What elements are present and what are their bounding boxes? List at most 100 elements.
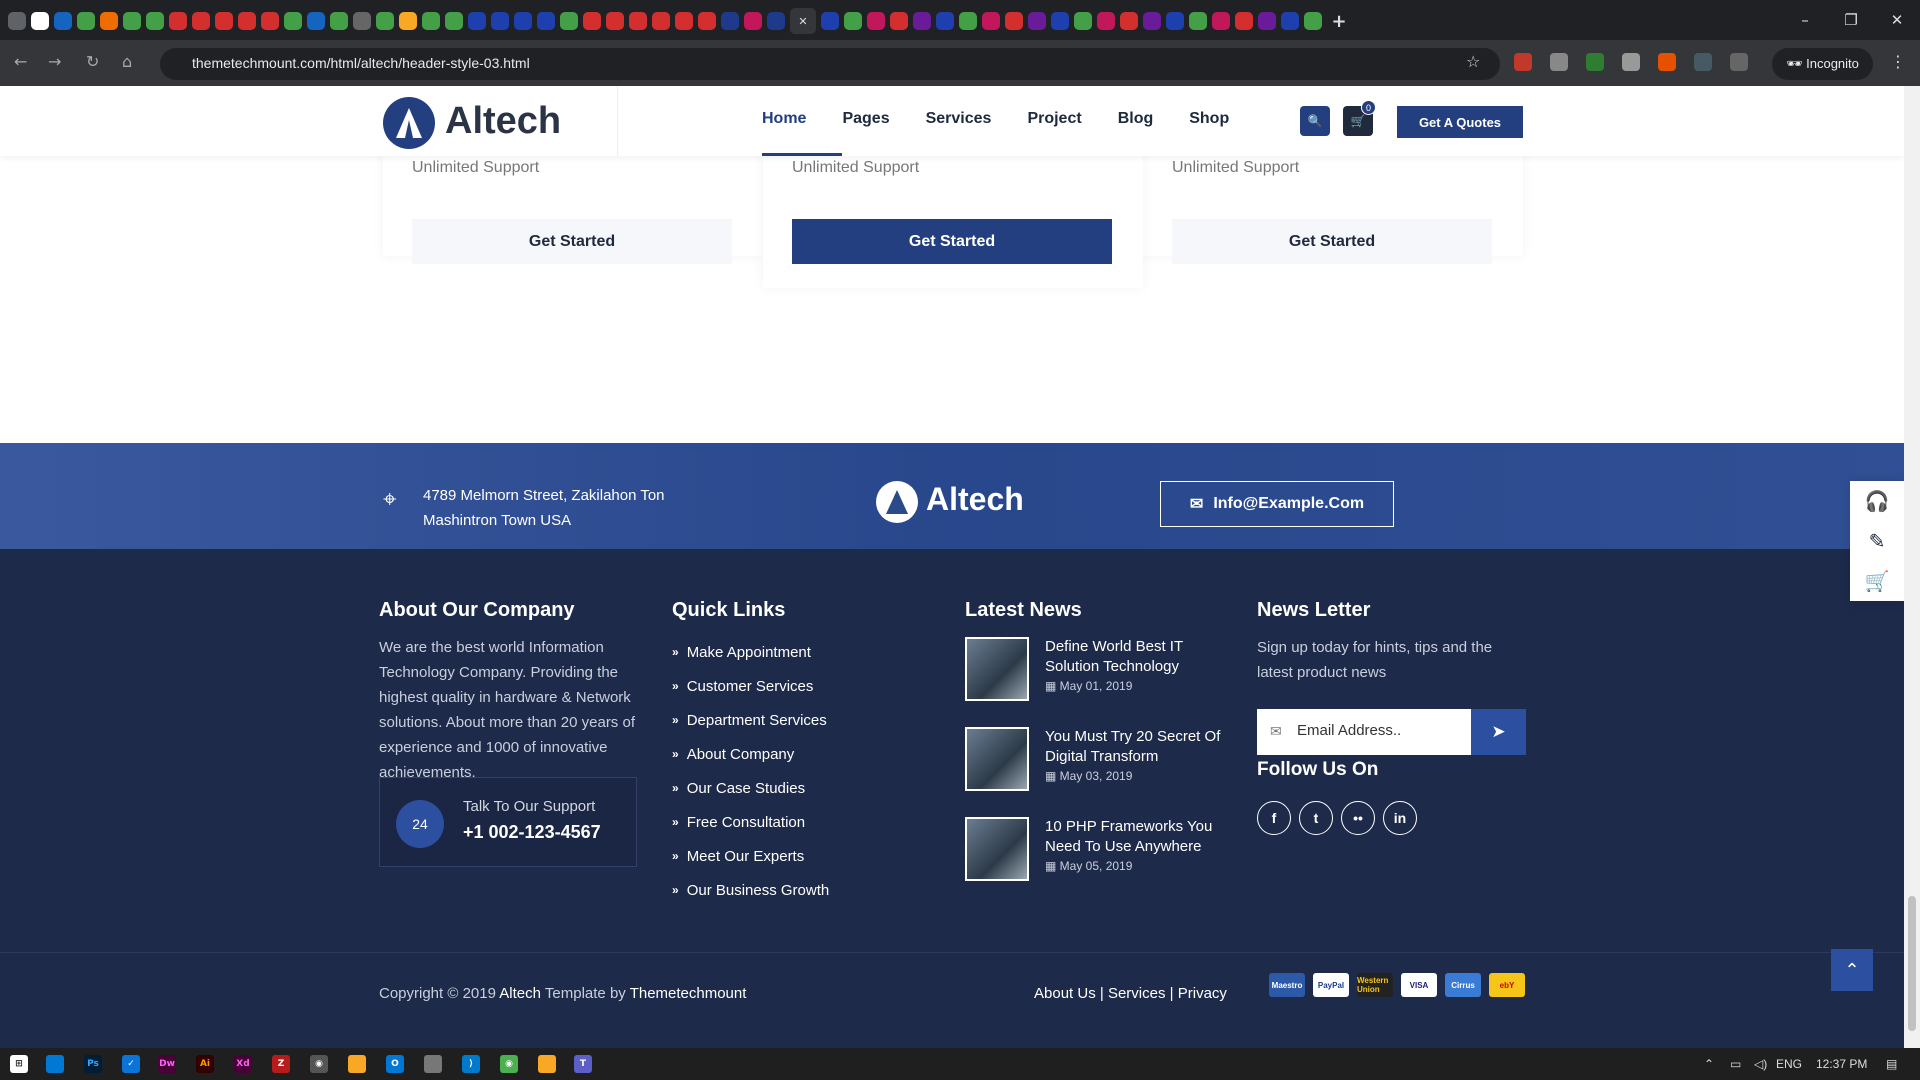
browser-tab-favicon[interactable] <box>606 12 624 30</box>
browser-tab-favicon[interactable] <box>1120 12 1138 30</box>
sticky-notes-icon[interactable] <box>348 1055 366 1073</box>
menu-item-services[interactable]: Services <box>926 110 992 128</box>
browser-tab-favicon[interactable] <box>1212 12 1230 30</box>
logo-icon[interactable] <box>383 97 435 149</box>
home-icon[interactable]: ⌂ <box>122 52 132 71</box>
browser-tab-favicon[interactable] <box>721 12 739 30</box>
quick-link[interactable]: » About Company <box>672 737 829 771</box>
back-icon[interactable]: ← <box>14 52 27 71</box>
browser-tab-favicon[interactable] <box>767 12 785 30</box>
browser-menu-icon[interactable]: ⋮ <box>1890 52 1906 71</box>
teams-icon[interactable]: T <box>574 1055 592 1073</box>
reload-icon[interactable]: ↻ <box>86 52 99 71</box>
browser-tab-favicon[interactable] <box>169 12 187 30</box>
copyright-author[interactable]: Themetechmount <box>630 985 747 1002</box>
quick-link[interactable]: » Our Business Growth <box>672 873 829 907</box>
menu-item-home[interactable]: Home <box>762 110 806 128</box>
browser-tab-favicon[interactable] <box>54 12 72 30</box>
extension-icon[interactable] <box>1622 53 1640 71</box>
pencil-icon[interactable]: ✎ <box>1850 521 1904 561</box>
browser-tab-favicon[interactable] <box>1143 12 1161 30</box>
news-thumbnail[interactable] <box>965 817 1029 881</box>
cart-icon[interactable]: 🛒 <box>1850 561 1904 601</box>
minimize-icon[interactable]: – <box>1782 0 1828 40</box>
quick-link[interactable]: » Customer Services <box>672 669 829 703</box>
browser-tab-favicon[interactable] <box>1304 12 1322 30</box>
footer-logo-text[interactable]: Altech <box>926 481 1024 518</box>
close-window-icon[interactable]: ✕ <box>1874 0 1920 40</box>
browser-tab-favicon[interactable] <box>537 12 555 30</box>
address-bar[interactable]: themetechmount.com/html/altech/header-st… <box>160 48 1500 80</box>
copyright-brand[interactable]: Altech <box>499 985 541 1002</box>
news-title[interactable]: You Must Try 20 Secret Of Digital Transf… <box>1045 727 1235 767</box>
filezilla-icon[interactable]: Z <box>272 1055 290 1073</box>
extension-icon[interactable] <box>1694 53 1712 71</box>
language-indicator[interactable]: ENG <box>1776 1057 1802 1071</box>
browser-tab-favicon[interactable] <box>867 12 885 30</box>
browser-tab-favicon[interactable] <box>744 12 762 30</box>
browser-tab-favicon[interactable] <box>698 12 716 30</box>
search-button[interactable]: 🔍 <box>1300 106 1330 136</box>
browser-tab-favicon[interactable] <box>146 12 164 30</box>
xd-icon[interactable]: Xd <box>234 1055 252 1073</box>
logo-text[interactable]: Altech <box>445 100 561 143</box>
photoshop-icon[interactable]: Ps <box>84 1055 102 1073</box>
browser-tab-favicon[interactable] <box>583 12 601 30</box>
browser-tab-favicon[interactable] <box>514 12 532 30</box>
scrollbar-thumb[interactable] <box>1908 896 1916 1031</box>
browser-tab-favicon[interactable] <box>192 12 210 30</box>
illustrator-icon[interactable]: Ai <box>196 1055 214 1073</box>
volume-icon[interactable]: ◁) <box>1754 1057 1767 1071</box>
browser-tab-favicon[interactable] <box>8 12 26 30</box>
browser-tab-favicon[interactable] <box>1166 12 1184 30</box>
get-started-button[interactable]: Get Started <box>412 219 732 264</box>
footer-logo-icon[interactable] <box>876 481 918 523</box>
active-tab-close-icon[interactable]: ✕ <box>790 8 816 34</box>
browser-tab-favicon[interactable] <box>913 12 931 30</box>
dreamweaver-icon[interactable]: Dw <box>158 1055 176 1073</box>
browser-tab-favicon[interactable] <box>77 12 95 30</box>
clock[interactable]: 12:37 PM <box>1816 1057 1867 1071</box>
browser-tab-favicon[interactable] <box>330 12 348 30</box>
browser-tab-favicon[interactable] <box>629 12 647 30</box>
news-title[interactable]: Define World Best IT Solution Technology <box>1045 637 1235 677</box>
get-quote-button[interactable]: Get A Quotes <box>1397 106 1523 138</box>
browser-tab-favicon[interactable] <box>936 12 954 30</box>
quick-link[interactable]: » Our Case Studies <box>672 771 829 805</box>
menu-item-pages[interactable]: Pages <box>842 110 889 128</box>
news-thumbnail[interactable] <box>965 637 1029 701</box>
app-check-icon[interactable]: ✓ <box>122 1055 140 1073</box>
menu-item-project[interactable]: Project <box>1027 110 1081 128</box>
browser-tab-favicon[interactable] <box>844 12 862 30</box>
footer-link-privacy[interactable]: Privacy <box>1178 985 1227 1002</box>
new-tab-plus-icon[interactable]: + <box>1327 9 1351 33</box>
scroll-to-top-button[interactable]: ⌃ <box>1831 949 1873 991</box>
network-icon[interactable]: ▭ <box>1730 1057 1741 1071</box>
browser-tab-favicon[interactable] <box>468 12 486 30</box>
windows-start-icon[interactable]: ⊞ <box>10 1055 28 1073</box>
incognito-indicator[interactable]: 🕶 Incognito <box>1772 48 1873 80</box>
quick-link[interactable]: » Meet Our Experts <box>672 839 829 873</box>
browser-tab-favicon[interactable] <box>959 12 977 30</box>
extension-icon[interactable] <box>1658 53 1676 71</box>
extension-icon[interactable] <box>1586 53 1604 71</box>
chrome-icon[interactable]: ◉ <box>310 1055 328 1073</box>
browser-tab-favicon[interactable] <box>445 12 463 30</box>
browser-tab-favicon[interactable] <box>1235 12 1253 30</box>
browser-app-icon[interactable] <box>46 1055 64 1073</box>
extensions-puzzle-icon[interactable] <box>1730 53 1748 71</box>
browser-tab-favicon[interactable] <box>1097 12 1115 30</box>
notepad-icon[interactable] <box>424 1055 442 1073</box>
linkedin-icon[interactable]: in <box>1383 801 1417 835</box>
notifications-icon[interactable]: ▤ <box>1886 1057 1897 1071</box>
news-item[interactable]: 10 PHP Frameworks You Need To Use Anywhe… <box>965 817 1235 891</box>
browser-tab-favicon[interactable] <box>1005 12 1023 30</box>
browser-tab-favicon[interactable] <box>215 12 233 30</box>
browser-tab-favicon[interactable] <box>982 12 1000 30</box>
news-item[interactable]: Define World Best IT Solution Technology… <box>965 637 1235 711</box>
browser-tab-favicon[interactable] <box>1074 12 1092 30</box>
browser-tab-favicon[interactable] <box>353 12 371 30</box>
browser-tab-favicon[interactable] <box>1051 12 1069 30</box>
browser-tab-favicon[interactable] <box>1281 12 1299 30</box>
browser-tab-favicon[interactable] <box>284 12 302 30</box>
